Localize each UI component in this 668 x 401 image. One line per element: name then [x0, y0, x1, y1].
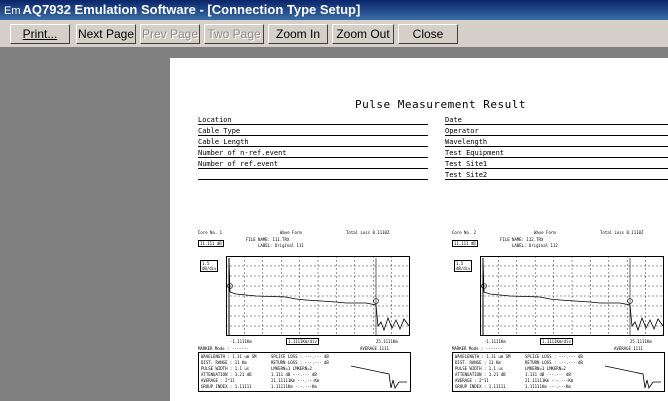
x-end-label: 25.1111Km: [630, 339, 652, 344]
start-level-box: 11.111 dB: [198, 240, 224, 247]
file-name-label: FILE NAME: 112.TRX: [500, 237, 544, 242]
param-line: 1.111 dB ---.--- dB: [525, 372, 571, 377]
field-left-blank: [198, 171, 428, 180]
marker-mode-label: MARKER Mode : -------: [452, 346, 503, 351]
param-line: 21.11111Km ---.---Km: [271, 378, 320, 383]
average-label: AVERAGE 1111: [360, 346, 389, 351]
preview-page: Pulse Measurement Result Location Cable T…: [170, 58, 668, 401]
wave-form-label: Wave Form: [534, 230, 556, 235]
toolbar: Print... Next Page Prev Page Two Page Zo…: [0, 20, 668, 48]
y-scale-box: 1.5 dB/div: [200, 260, 219, 272]
param-line: RETURN LOSS : ---.--- dB: [525, 360, 583, 365]
prev-page-button[interactable]: Prev Page: [140, 24, 200, 44]
field-right-5: Test Site2: [445, 171, 668, 180]
two-page-button[interactable]: Two Page: [204, 24, 264, 44]
field-left-3: Number of n-ref.event: [198, 149, 428, 158]
x-start-label: -1.1111Km: [230, 339, 252, 344]
param-line: RETURN LOSS : ---.--- dB: [271, 360, 329, 365]
x-scale-box: 1.1111Km/div: [540, 338, 573, 345]
trace-panel-1: Core No. 1 Wave Form Total Loss 0.1110Z FIL…: [198, 230, 413, 392]
param-line: SPLICE LOSS : ---.--- dB: [525, 354, 583, 359]
param-line: 1.11111Km ---.---Km: [271, 384, 317, 389]
field-left-4: Number of ref.event: [198, 160, 428, 169]
x-end-label: 25.1111Km: [376, 339, 398, 344]
param-line: DIST. RANGE : 11 Km: [455, 360, 501, 365]
param-line: LMKERN=1 LMKERN=2: [525, 366, 566, 371]
x-scale-box: 1.1111Km/div: [286, 338, 319, 345]
param-line: PULSE WIDTH : 1.1 us: [455, 366, 504, 371]
core-no-label: Core No. 2: [452, 230, 477, 235]
y-scale-unit: dB/div: [202, 266, 217, 271]
marker-mode-label: MARKER Mode : -------: [198, 346, 249, 351]
param-line: PULSE WIDTH : 1.1 us: [201, 366, 250, 371]
param-line: WAVELENGTH : 1.31 um SM: [201, 354, 257, 359]
total-loss-label: Total Loss 0.1110Z: [600, 230, 644, 235]
wave-form-label: Wave Form: [280, 230, 302, 235]
window-titlebar[interactable]: Em AQ7932 Emulation Software - [Connectio…: [0, 0, 668, 20]
field-right-1: Operator: [445, 127, 668, 136]
param-line: LMKERN=1 LMKERN=2: [271, 366, 312, 371]
field-left-0: Location: [198, 116, 428, 125]
field-right-2: Wavelength: [445, 138, 668, 147]
print-button[interactable]: Print...: [10, 24, 70, 44]
field-left-2: Cable Length: [198, 138, 428, 147]
trace-panel-2: Core No. 2 Wave Form Total Loss 0.1110Z FIL…: [452, 230, 667, 392]
next-page-button[interactable]: Next Page: [76, 24, 136, 44]
otdr-trace-plot: [480, 256, 664, 336]
file-name-label: FILE NAME: 111.TRX: [246, 237, 290, 242]
x-start-label: -1.1111Km: [484, 339, 506, 344]
field-left-1: Cable Type: [198, 127, 428, 136]
param-line: ATTENUATION : 3.21 dB: [455, 372, 506, 377]
param-line: DIST. RANGE : 11 Km: [201, 360, 247, 365]
param-line: 21.11111Km ---.---Km: [525, 378, 574, 383]
core-no-label: Core No. 1: [198, 230, 223, 235]
param-line: 1.111 dB ---.--- dB: [271, 372, 317, 377]
average-label: AVERAGE 1111: [614, 346, 643, 351]
window-title: AQ7932 Emulation Software - [Connection …: [22, 2, 361, 17]
mini-trace: [349, 354, 409, 390]
trace-label: LABEL: Original 112: [512, 243, 558, 248]
param-line: ATTENUATION : 3.21 dB: [201, 372, 252, 377]
print-preview-viewport[interactable]: Pulse Measurement Result Location Cable T…: [160, 48, 668, 401]
param-line: GROUP INDEX : 1.11111: [455, 384, 506, 389]
trace-label: LABEL: Original 111: [258, 243, 304, 248]
y-scale-box: 1.5 dB/div: [454, 260, 473, 272]
total-loss-label: Total Loss 0.1110Z: [346, 230, 390, 235]
y-scale-unit: dB/div: [456, 266, 471, 271]
param-line: GROUP INDEX : 1.11111: [201, 384, 252, 389]
param-line: 1.11111Km ---.---Km: [525, 384, 571, 389]
param-line: SPLICE LOSS : ---.--- dB: [271, 354, 329, 359]
otdr-trace-plot: [226, 256, 410, 336]
parameter-table: WAVELENGTH : 1.31 um SM SPLICE LOSS : ---…: [452, 352, 665, 392]
mini-trace: [603, 354, 663, 390]
zoom-out-button[interactable]: Zoom Out: [332, 24, 394, 44]
parameter-table: WAVELENGTH : 1.31 um SM SPLICE LOSS : ---…: [198, 352, 411, 392]
start-level-box: 11.111 dB: [452, 240, 478, 247]
param-line: WAVELENGTH : 1.31 um SM: [455, 354, 511, 359]
close-button[interactable]: Close: [398, 24, 458, 44]
param-line: AVERAGE : 2^11: [201, 378, 235, 383]
app-icon: Em: [4, 5, 21, 17]
field-right-3: Test Equipment: [445, 149, 668, 158]
zoom-in-button[interactable]: Zoom In: [268, 24, 328, 44]
left-pane: [0, 48, 160, 401]
document-title: Pulse Measurement Result: [355, 98, 526, 111]
param-line: AVERAGE : 2^11: [455, 378, 489, 383]
field-right-4: Test Site1: [445, 160, 668, 169]
field-right-0: Date: [445, 116, 668, 125]
